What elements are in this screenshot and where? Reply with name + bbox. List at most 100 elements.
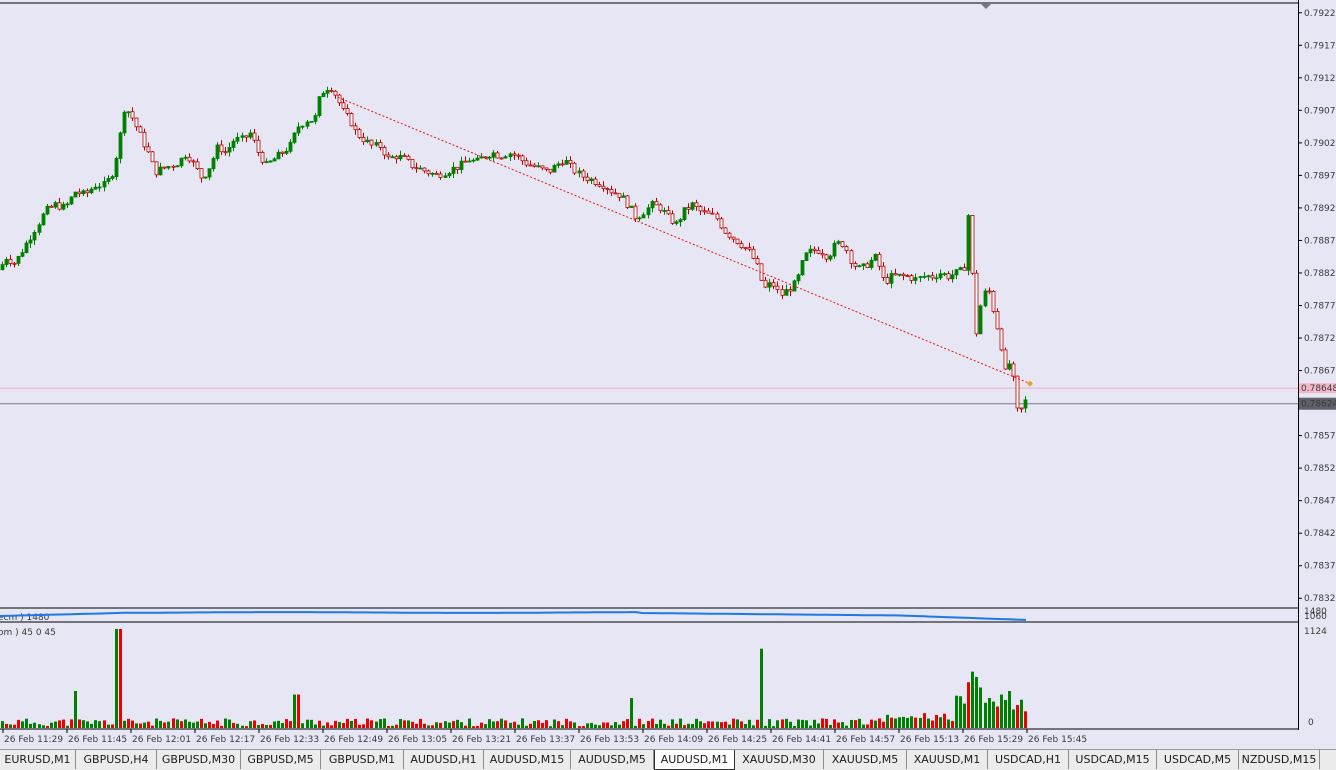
price-tick-label: 0.78775 [1304, 302, 1336, 312]
candle-body [572, 162, 577, 174]
candle-body [41, 213, 46, 226]
volume-bar [797, 719, 800, 728]
candle-body [1015, 375, 1020, 409]
volume-bar [139, 723, 142, 728]
candle-body [235, 136, 240, 142]
volume-bar [444, 721, 447, 728]
volume-bar [525, 725, 528, 728]
volume-bar [732, 718, 735, 728]
candle-body [77, 191, 82, 195]
candle-body [171, 165, 176, 168]
volume-bar [874, 720, 877, 728]
chart-tab-nzdusd-m15[interactable]: NZDUSD,M15 [1239, 750, 1320, 769]
trading-chart[interactable]: 0.79225 0.79175 0.79125 0.79075 0.79025 0.789… [0, 0, 1336, 749]
candle-body [183, 156, 188, 159]
candle-body [53, 202, 58, 208]
chart-tab-gbpusd-m1[interactable]: GBPUSD,M1 [321, 750, 404, 769]
candle-body [438, 173, 443, 178]
volume-bar [29, 723, 32, 728]
candle-body [280, 151, 285, 154]
volume-bar [196, 721, 199, 728]
volume-bar [1000, 694, 1003, 728]
volume-bar [427, 725, 430, 728]
volume-bar [971, 671, 974, 728]
volume-bar [330, 725, 333, 728]
volume-bar [500, 718, 503, 728]
candle-body [150, 151, 155, 163]
volume-bar [159, 720, 162, 728]
volume-bar [553, 719, 556, 728]
candle-body [313, 115, 318, 122]
candle-body [950, 274, 955, 280]
chart-tab-audusd-m5[interactable]: AUDUSD,M5 [571, 750, 654, 769]
chart-tab-gbpusd-h4[interactable]: GBPUSD,H4 [76, 750, 157, 769]
volume-bar [33, 722, 36, 728]
candle-body [73, 191, 78, 198]
chart-tab-audusd-h1[interactable]: AUDUSD,H1 [404, 750, 484, 769]
volume-bar [789, 721, 792, 728]
candle-body [215, 144, 220, 159]
candle-body [540, 165, 545, 169]
volume-bar [435, 722, 438, 728]
candle-body [536, 165, 541, 168]
volume-bar [959, 696, 962, 728]
volume-bar [78, 719, 81, 728]
chart-tab-usdcad-h1[interactable]: USDCAD,H1 [988, 750, 1069, 769]
candle-body [130, 111, 135, 119]
candle-body [524, 160, 529, 166]
chart-tab-usdcad-m15[interactable]: USDCAD,M15 [1069, 750, 1157, 769]
candle-body [187, 156, 192, 162]
candle-body [881, 265, 886, 278]
candle-body [840, 241, 845, 248]
volume-bar [241, 725, 244, 728]
volume-bar [683, 725, 686, 728]
volume-bar [927, 718, 930, 728]
chart-tab-audusd-m1[interactable]: AUDUSD,M1 [654, 750, 735, 770]
volume-bar [484, 724, 487, 728]
chart-tab-audusd-m15[interactable]: AUDUSD,M15 [484, 750, 571, 769]
chart-tab-gbpusd-m5[interactable]: GBPUSD,M5 [241, 750, 321, 769]
volume-bar [711, 721, 714, 728]
candle-body [771, 282, 776, 287]
candle-body [962, 267, 967, 271]
chart-tab-xauusd-m1[interactable]: XAUUSD,M1 [907, 750, 988, 769]
candle-body [0, 264, 5, 271]
volume-bar [870, 719, 873, 728]
candle-body [666, 210, 671, 215]
candle-body [325, 90, 330, 94]
chart-tab-xauusd-m5[interactable]: XAUUSD,M5 [824, 750, 907, 769]
candle-body [901, 273, 906, 277]
candle-body [1011, 363, 1016, 377]
volume-bar [322, 725, 325, 728]
volume-bar [975, 676, 978, 728]
candle-body [374, 142, 379, 146]
chart-tab-xauusd-m30[interactable]: XAUUSD,M30 [735, 750, 824, 769]
candle-body [918, 276, 923, 279]
volume-bar [578, 726, 581, 728]
volume-bar [967, 682, 970, 728]
volume-bar [310, 719, 313, 728]
chart-tab-eurusd-m1[interactable]: EURUSD,M1 [0, 750, 76, 769]
candle-body [857, 265, 862, 268]
time-tick-label: 26 Feb 13:53 [580, 735, 639, 745]
candle-body [934, 277, 939, 280]
candle-body [422, 167, 427, 172]
candle-body [61, 203, 66, 210]
candle-body [710, 212, 715, 215]
candle-body [617, 193, 622, 198]
candle-body [81, 190, 86, 195]
volume-bar [375, 721, 378, 728]
volume-bar [423, 723, 426, 728]
chart-tab-usdcad-m5[interactable]: USDCAD,M5 [1157, 750, 1239, 769]
candle-body [252, 132, 257, 141]
volume-bar [785, 718, 788, 728]
candle-body [276, 151, 281, 160]
candle-body [256, 139, 261, 153]
volume-bar [460, 722, 463, 728]
candle-body [179, 157, 184, 167]
candle-body [568, 160, 573, 164]
chart-tab-gbpusd-m30[interactable]: GBPUSD,M30 [157, 750, 241, 769]
time-tick-label: 26 Feb 12:33 [260, 735, 319, 745]
candle-body [646, 207, 651, 216]
volume-bar [399, 719, 402, 728]
